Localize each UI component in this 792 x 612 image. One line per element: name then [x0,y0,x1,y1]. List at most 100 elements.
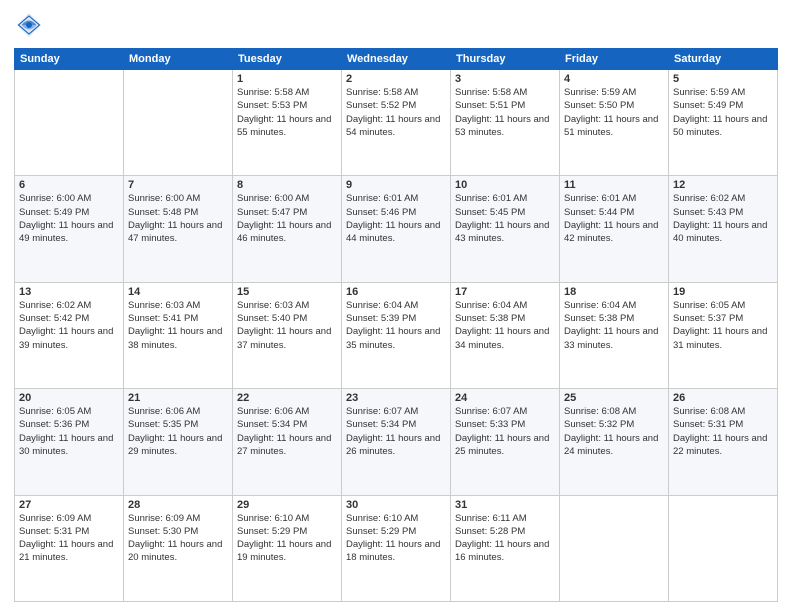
calendar-week-5: 27Sunrise: 6:09 AMSunset: 5:31 PMDayligh… [15,495,778,601]
day-info: Sunrise: 6:06 AMSunset: 5:35 PMDaylight:… [128,405,228,458]
day-info: Sunrise: 6:10 AMSunset: 5:29 PMDaylight:… [346,512,446,565]
weekday-header-friday: Friday [560,49,669,70]
day-info: Sunrise: 5:59 AMSunset: 5:50 PMDaylight:… [564,86,664,139]
calendar-cell: 4Sunrise: 5:59 AMSunset: 5:50 PMDaylight… [560,70,669,176]
day-number: 29 [237,499,337,511]
day-number: 21 [128,392,228,404]
calendar-cell: 20Sunrise: 6:05 AMSunset: 5:36 PMDayligh… [15,389,124,495]
calendar-cell [560,495,669,601]
day-info: Sunrise: 6:09 AMSunset: 5:31 PMDaylight:… [19,512,119,565]
calendar-week-2: 6Sunrise: 6:00 AMSunset: 5:49 PMDaylight… [15,176,778,282]
day-info: Sunrise: 5:58 AMSunset: 5:51 PMDaylight:… [455,86,555,139]
calendar-cell: 5Sunrise: 5:59 AMSunset: 5:49 PMDaylight… [669,70,778,176]
day-info: Sunrise: 6:02 AMSunset: 5:42 PMDaylight:… [19,299,119,352]
day-info: Sunrise: 6:01 AMSunset: 5:44 PMDaylight:… [564,192,664,245]
calendar-cell: 1Sunrise: 5:58 AMSunset: 5:53 PMDaylight… [233,70,342,176]
day-info: Sunrise: 6:02 AMSunset: 5:43 PMDaylight:… [673,192,773,245]
logo [14,10,48,40]
day-info: Sunrise: 6:07 AMSunset: 5:33 PMDaylight:… [455,405,555,458]
page: SundayMondayTuesdayWednesdayThursdayFrid… [0,0,792,612]
calendar-cell: 13Sunrise: 6:02 AMSunset: 5:42 PMDayligh… [15,282,124,388]
day-number: 16 [346,286,446,298]
calendar-cell: 21Sunrise: 6:06 AMSunset: 5:35 PMDayligh… [124,389,233,495]
calendar-cell: 14Sunrise: 6:03 AMSunset: 5:41 PMDayligh… [124,282,233,388]
day-number: 12 [673,179,773,191]
day-info: Sunrise: 6:04 AMSunset: 5:39 PMDaylight:… [346,299,446,352]
day-info: Sunrise: 6:01 AMSunset: 5:46 PMDaylight:… [346,192,446,245]
day-info: Sunrise: 5:59 AMSunset: 5:49 PMDaylight:… [673,86,773,139]
day-number: 24 [455,392,555,404]
day-number: 25 [564,392,664,404]
day-number: 9 [346,179,446,191]
day-number: 10 [455,179,555,191]
calendar-cell: 30Sunrise: 6:10 AMSunset: 5:29 PMDayligh… [342,495,451,601]
calendar-week-3: 13Sunrise: 6:02 AMSunset: 5:42 PMDayligh… [15,282,778,388]
calendar-cell: 27Sunrise: 6:09 AMSunset: 5:31 PMDayligh… [15,495,124,601]
logo-icon [14,10,44,40]
calendar-cell: 2Sunrise: 5:58 AMSunset: 5:52 PMDaylight… [342,70,451,176]
weekday-header-monday: Monday [124,49,233,70]
calendar-cell: 15Sunrise: 6:03 AMSunset: 5:40 PMDayligh… [233,282,342,388]
day-info: Sunrise: 6:00 AMSunset: 5:48 PMDaylight:… [128,192,228,245]
day-info: Sunrise: 6:05 AMSunset: 5:36 PMDaylight:… [19,405,119,458]
day-number: 2 [346,73,446,85]
calendar-body: 1Sunrise: 5:58 AMSunset: 5:53 PMDaylight… [15,70,778,602]
day-info: Sunrise: 6:05 AMSunset: 5:37 PMDaylight:… [673,299,773,352]
day-number: 4 [564,73,664,85]
calendar-cell: 29Sunrise: 6:10 AMSunset: 5:29 PMDayligh… [233,495,342,601]
calendar-cell: 11Sunrise: 6:01 AMSunset: 5:44 PMDayligh… [560,176,669,282]
calendar-cell: 22Sunrise: 6:06 AMSunset: 5:34 PMDayligh… [233,389,342,495]
weekday-header-sunday: Sunday [15,49,124,70]
day-number: 7 [128,179,228,191]
day-info: Sunrise: 6:09 AMSunset: 5:30 PMDaylight:… [128,512,228,565]
day-number: 22 [237,392,337,404]
day-number: 23 [346,392,446,404]
calendar-week-4: 20Sunrise: 6:05 AMSunset: 5:36 PMDayligh… [15,389,778,495]
day-number: 27 [19,499,119,511]
day-number: 6 [19,179,119,191]
day-number: 14 [128,286,228,298]
calendar-cell: 12Sunrise: 6:02 AMSunset: 5:43 PMDayligh… [669,176,778,282]
weekday-header-tuesday: Tuesday [233,49,342,70]
calendar-table: SundayMondayTuesdayWednesdayThursdayFrid… [14,48,778,602]
day-info: Sunrise: 6:04 AMSunset: 5:38 PMDaylight:… [455,299,555,352]
day-info: Sunrise: 6:07 AMSunset: 5:34 PMDaylight:… [346,405,446,458]
header [14,10,778,40]
calendar-cell: 9Sunrise: 6:01 AMSunset: 5:46 PMDaylight… [342,176,451,282]
calendar-cell: 3Sunrise: 5:58 AMSunset: 5:51 PMDaylight… [451,70,560,176]
day-number: 11 [564,179,664,191]
weekday-header-row: SundayMondayTuesdayWednesdayThursdayFrid… [15,49,778,70]
calendar-cell: 31Sunrise: 6:11 AMSunset: 5:28 PMDayligh… [451,495,560,601]
day-number: 28 [128,499,228,511]
calendar-cell: 10Sunrise: 6:01 AMSunset: 5:45 PMDayligh… [451,176,560,282]
calendar-cell: 25Sunrise: 6:08 AMSunset: 5:32 PMDayligh… [560,389,669,495]
calendar-cell: 26Sunrise: 6:08 AMSunset: 5:31 PMDayligh… [669,389,778,495]
day-info: Sunrise: 6:11 AMSunset: 5:28 PMDaylight:… [455,512,555,565]
day-info: Sunrise: 5:58 AMSunset: 5:52 PMDaylight:… [346,86,446,139]
day-number: 1 [237,73,337,85]
calendar-week-1: 1Sunrise: 5:58 AMSunset: 5:53 PMDaylight… [15,70,778,176]
day-number: 26 [673,392,773,404]
calendar-cell: 6Sunrise: 6:00 AMSunset: 5:49 PMDaylight… [15,176,124,282]
day-info: Sunrise: 6:10 AMSunset: 5:29 PMDaylight:… [237,512,337,565]
calendar-cell [669,495,778,601]
calendar-cell: 17Sunrise: 6:04 AMSunset: 5:38 PMDayligh… [451,282,560,388]
day-info: Sunrise: 6:01 AMSunset: 5:45 PMDaylight:… [455,192,555,245]
day-number: 3 [455,73,555,85]
weekday-header-thursday: Thursday [451,49,560,70]
day-number: 31 [455,499,555,511]
calendar-cell: 8Sunrise: 6:00 AMSunset: 5:47 PMDaylight… [233,176,342,282]
calendar-cell: 24Sunrise: 6:07 AMSunset: 5:33 PMDayligh… [451,389,560,495]
day-info: Sunrise: 6:03 AMSunset: 5:41 PMDaylight:… [128,299,228,352]
calendar-cell: 23Sunrise: 6:07 AMSunset: 5:34 PMDayligh… [342,389,451,495]
day-info: Sunrise: 6:08 AMSunset: 5:31 PMDaylight:… [673,405,773,458]
calendar-cell: 7Sunrise: 6:00 AMSunset: 5:48 PMDaylight… [124,176,233,282]
day-info: Sunrise: 6:00 AMSunset: 5:47 PMDaylight:… [237,192,337,245]
calendar-cell: 18Sunrise: 6:04 AMSunset: 5:38 PMDayligh… [560,282,669,388]
calendar-cell: 28Sunrise: 6:09 AMSunset: 5:30 PMDayligh… [124,495,233,601]
weekday-header-wednesday: Wednesday [342,49,451,70]
day-number: 19 [673,286,773,298]
day-number: 15 [237,286,337,298]
day-info: Sunrise: 6:03 AMSunset: 5:40 PMDaylight:… [237,299,337,352]
calendar-cell: 19Sunrise: 6:05 AMSunset: 5:37 PMDayligh… [669,282,778,388]
